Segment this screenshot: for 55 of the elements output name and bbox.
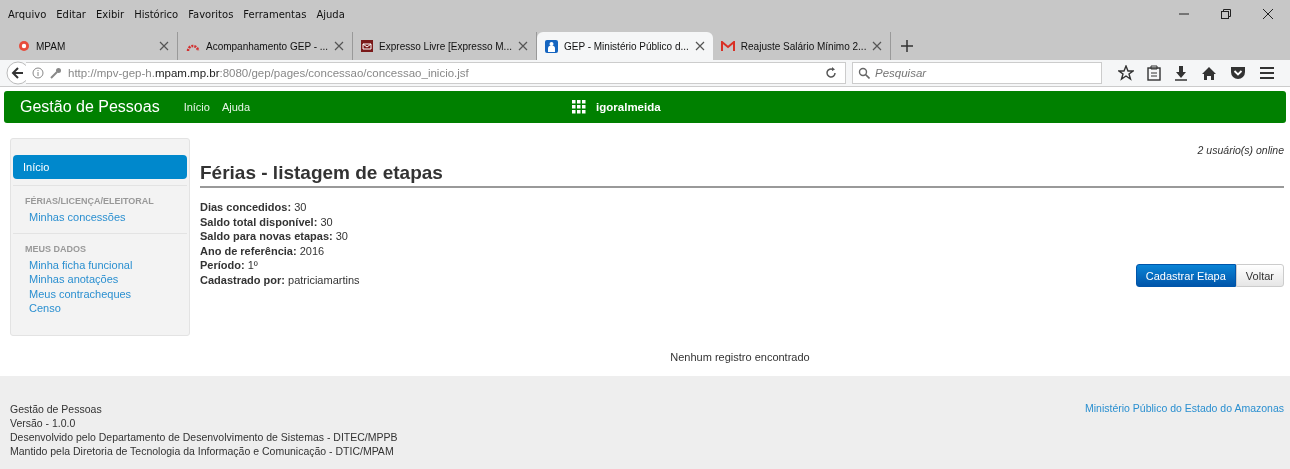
search-field[interactable]: Pesquisar — [852, 62, 1102, 84]
detail-line: Período: 1º — [200, 258, 259, 273]
star-icon[interactable] — [1118, 65, 1134, 81]
reload-icon[interactable] — [825, 67, 837, 79]
menu-item[interactable]: Favoritos — [188, 8, 234, 20]
detail-line: Ano de referência: 2016 — [200, 243, 326, 258]
online-count: 2 usuário(s) online — [1196, 144, 1284, 156]
ring-icon — [18, 40, 30, 52]
detail-line: Saldo total disponível: 30 — [200, 214, 334, 229]
nav-link[interactable]: Início — [183, 101, 210, 113]
clipboard-icon[interactable] — [1147, 65, 1161, 81]
back-button[interactable]: Voltar — [1235, 264, 1284, 287]
close-icon[interactable] — [517, 41, 528, 51]
menu-item[interactable]: Histórico — [134, 8, 179, 20]
user-name[interactable]: igoralmeida — [596, 101, 661, 113]
envelope-icon — [720, 40, 735, 52]
close-icon[interactable] — [334, 41, 345, 51]
page-title: Férias - listagem de etapas — [200, 162, 1284, 188]
empty-message: Nenhum registro encontrado — [669, 350, 811, 364]
browser-tab[interactable]: GEP - Ministério Público d... — [536, 32, 713, 60]
menu-item[interactable]: Editar — [56, 8, 86, 20]
menu-icon[interactable] — [1259, 66, 1275, 80]
download-icon[interactable] — [1174, 65, 1188, 81]
detail-line: Cadastrado por: patriciamartins — [200, 272, 360, 287]
info-icon — [32, 67, 44, 79]
address-bar[interactable]: http://mpv-gep-h.mpam.mp.br:8080/gep/pages/concessao/concessao_inicio.jsf — [26, 62, 846, 84]
close-icon[interactable] — [694, 41, 705, 51]
mail-icon — [361, 40, 374, 52]
close-icon[interactable] — [159, 41, 169, 51]
footer-text: Desenvolvido pelo Departamento de Desenvolvimento de Sistemas - DITEC/MPPB — [10, 430, 398, 444]
new-tab-icon[interactable] — [901, 40, 914, 52]
grid-icon[interactable] — [572, 100, 587, 114]
sidebar-item[interactable]: Início — [13, 155, 187, 179]
section-heading: FÉRIAS/LICENÇA/ELEITORAL — [25, 196, 155, 206]
close-icon[interactable] — [872, 41, 883, 51]
footer-text: Gestão de Pessoas — [10, 402, 103, 416]
app-brand[interactable]: Gestão de Pessoas — [20, 98, 160, 116]
register-button[interactable]: Cadastrar Etapa — [1135, 264, 1236, 287]
menu-item[interactable]: Exibir — [95, 8, 125, 20]
pocket-icon[interactable] — [1230, 66, 1246, 80]
menu-item[interactable]: Ajuda — [316, 8, 345, 20]
menu-item[interactable]: Arquivo — [8, 8, 47, 20]
person-icon — [544, 39, 558, 53]
nav-link[interactable]: Ajuda — [221, 101, 251, 113]
detail-line: Dias concedidos: 30 — [200, 200, 308, 215]
restore-icon[interactable] — [1220, 8, 1232, 20]
close-icon[interactable] — [1262, 8, 1274, 20]
home-icon[interactable] — [1201, 65, 1217, 81]
footer-text: Versão - 1.0.0 — [10, 416, 77, 430]
search-icon — [858, 67, 870, 79]
section-heading: MEUS DADOS — [25, 243, 87, 254]
key-icon — [50, 67, 62, 79]
detail-line: Saldo para novas etapas: 30 — [200, 229, 349, 244]
menu-item[interactable]: Ferramentas — [243, 8, 307, 20]
footer-text: Mantido pela Diretoria de Tecnologia da Informação e Comunicação - DTIC/MPAM — [10, 444, 395, 458]
